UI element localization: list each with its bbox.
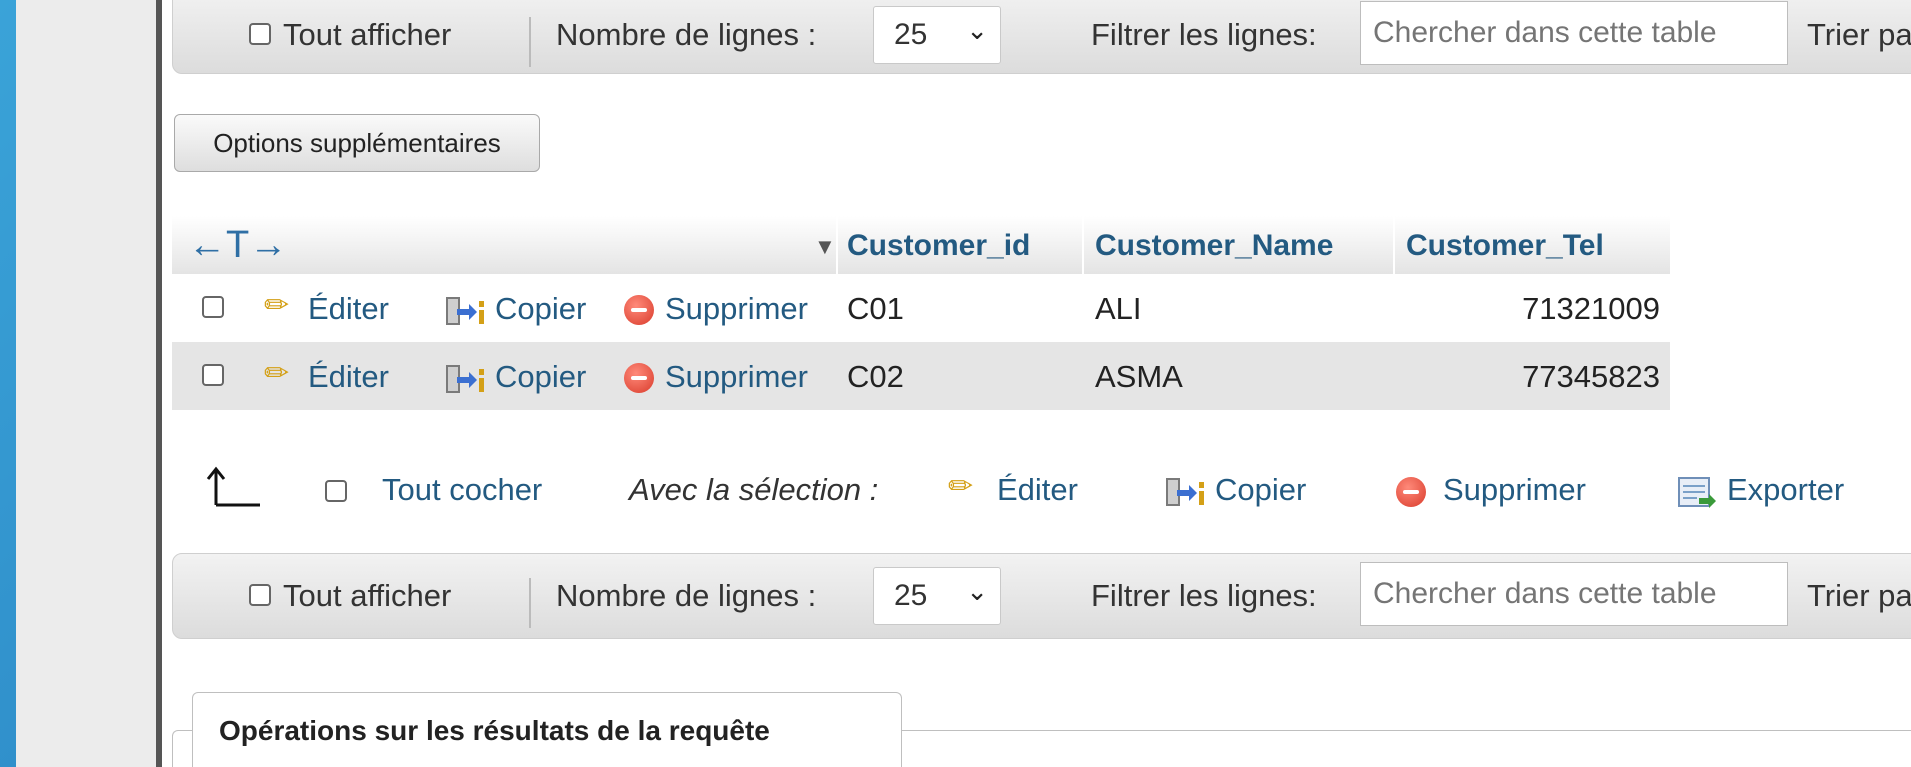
bulk-actions-bar: Tout cocher Avec la sélection : ✏ Éditer… [162,445,1911,535]
arrow-up-left-icon [206,466,260,507]
row-edit-link[interactable]: Éditer [308,359,389,395]
table-row: ✏ Éditer Copier Supprimer C02 ASMA 77345… [172,342,1670,410]
column-header-customer-tel[interactable]: Customer_Tel [1406,229,1604,263]
bulk-edit-button[interactable]: Éditer [997,472,1078,508]
rows-per-page-select[interactable]: 25 ⌄ [873,6,1001,64]
pencil-icon: ✏ [948,470,974,503]
column-header-customer-name[interactable]: Customer_Name [1095,229,1333,263]
delete-icon [624,295,654,325]
sort-by-label: Trier pa [1807,17,1911,52]
table-navigation-bottom: Tout afficher Nombre de lignes : 25 ⌄ Fi… [172,553,1911,639]
extra-options-button[interactable]: Options supplémentaires [174,114,540,172]
fieldset-border [172,730,193,767]
pencil-icon: ✏ [264,289,290,322]
cell-customer-id[interactable]: C01 [847,291,904,327]
bulk-copy-button[interactable]: Copier [1215,472,1306,508]
left-sidebar [16,0,156,767]
filter-rows-label: Filtrer les lignes: [1091,17,1317,52]
navbar-separator [529,17,531,67]
show-all-checkbox[interactable] [249,584,271,606]
rows-per-page-value: 25 [894,579,928,612]
delete-icon [1396,477,1426,507]
cell-customer-tel[interactable]: 71321009 [1522,291,1660,327]
filter-rows-label: Filtrer les lignes: [1091,578,1317,613]
row-delete-link[interactable]: Supprimer [665,359,808,395]
chevron-down-icon: ⌄ [966,15,988,45]
show-all-label[interactable]: Tout afficher [283,17,451,53]
cell-customer-id[interactable]: C02 [847,359,904,395]
show-all-checkbox[interactable] [249,23,271,45]
row-copy-link[interactable]: Copier [495,291,586,327]
column-resize-arrows-icon[interactable]: ←T→ [188,224,287,267]
cell-customer-tel[interactable]: 77345823 [1522,359,1660,395]
bulk-export-button[interactable]: Exporter [1727,472,1844,508]
row-select-checkbox[interactable] [202,364,224,386]
navbar-separator [529,578,531,628]
header-separator [1393,216,1395,274]
fieldset-border [902,730,1911,731]
row-copy-link[interactable]: Copier [495,359,586,395]
rows-per-page-label: Nombre de lignes : [556,578,817,613]
copy-icon [1166,478,1204,506]
row-select-checkbox[interactable] [202,296,224,318]
cell-customer-name[interactable]: ALI [1095,291,1142,327]
sort-triangle-icon[interactable]: ▼ [814,234,836,260]
column-header-customer-id[interactable]: Customer_id [847,229,1030,263]
chevron-down-icon: ⌄ [966,576,988,606]
cell-customer-name[interactable]: ASMA [1095,359,1183,395]
rows-per-page-value: 25 [894,18,928,51]
export-icon [1678,477,1716,508]
rows-per-page-select[interactable]: 25 ⌄ [873,567,1001,625]
show-all-label[interactable]: Tout afficher [283,578,451,614]
row-edit-link[interactable]: Éditer [308,291,389,327]
table-row: ✏ Éditer Copier Supprimer C01 ALI 713210… [172,274,1670,342]
with-selection-label: Avec la sélection : [629,472,879,507]
check-all-link[interactable]: Tout cocher [382,472,542,508]
delete-icon [624,363,654,393]
main-content: Tout afficher Nombre de lignes : 25 ⌄ Fi… [162,0,1911,767]
copy-icon [446,297,484,325]
pencil-icon: ✏ [264,357,290,390]
header-separator [1082,216,1084,274]
table-navigation-top: Tout afficher Nombre de lignes : 25 ⌄ Fi… [172,0,1911,74]
row-delete-link[interactable]: Supprimer [665,291,808,327]
sort-by-label: Trier pa [1807,578,1911,613]
header-separator [836,216,838,274]
check-all-checkbox[interactable] [325,480,347,502]
results-table-header: ←T→ ▼ Customer_id Customer_Name Customer… [172,216,1670,274]
bulk-delete-button[interactable]: Supprimer [1443,472,1586,508]
filter-rows-input[interactable] [1360,1,1788,65]
copy-icon [446,365,484,393]
query-results-operations-legend: Opérations sur les résultats de la requê… [192,692,902,767]
filter-rows-input[interactable] [1360,562,1788,626]
rows-per-page-label: Nombre de lignes : [556,17,817,52]
